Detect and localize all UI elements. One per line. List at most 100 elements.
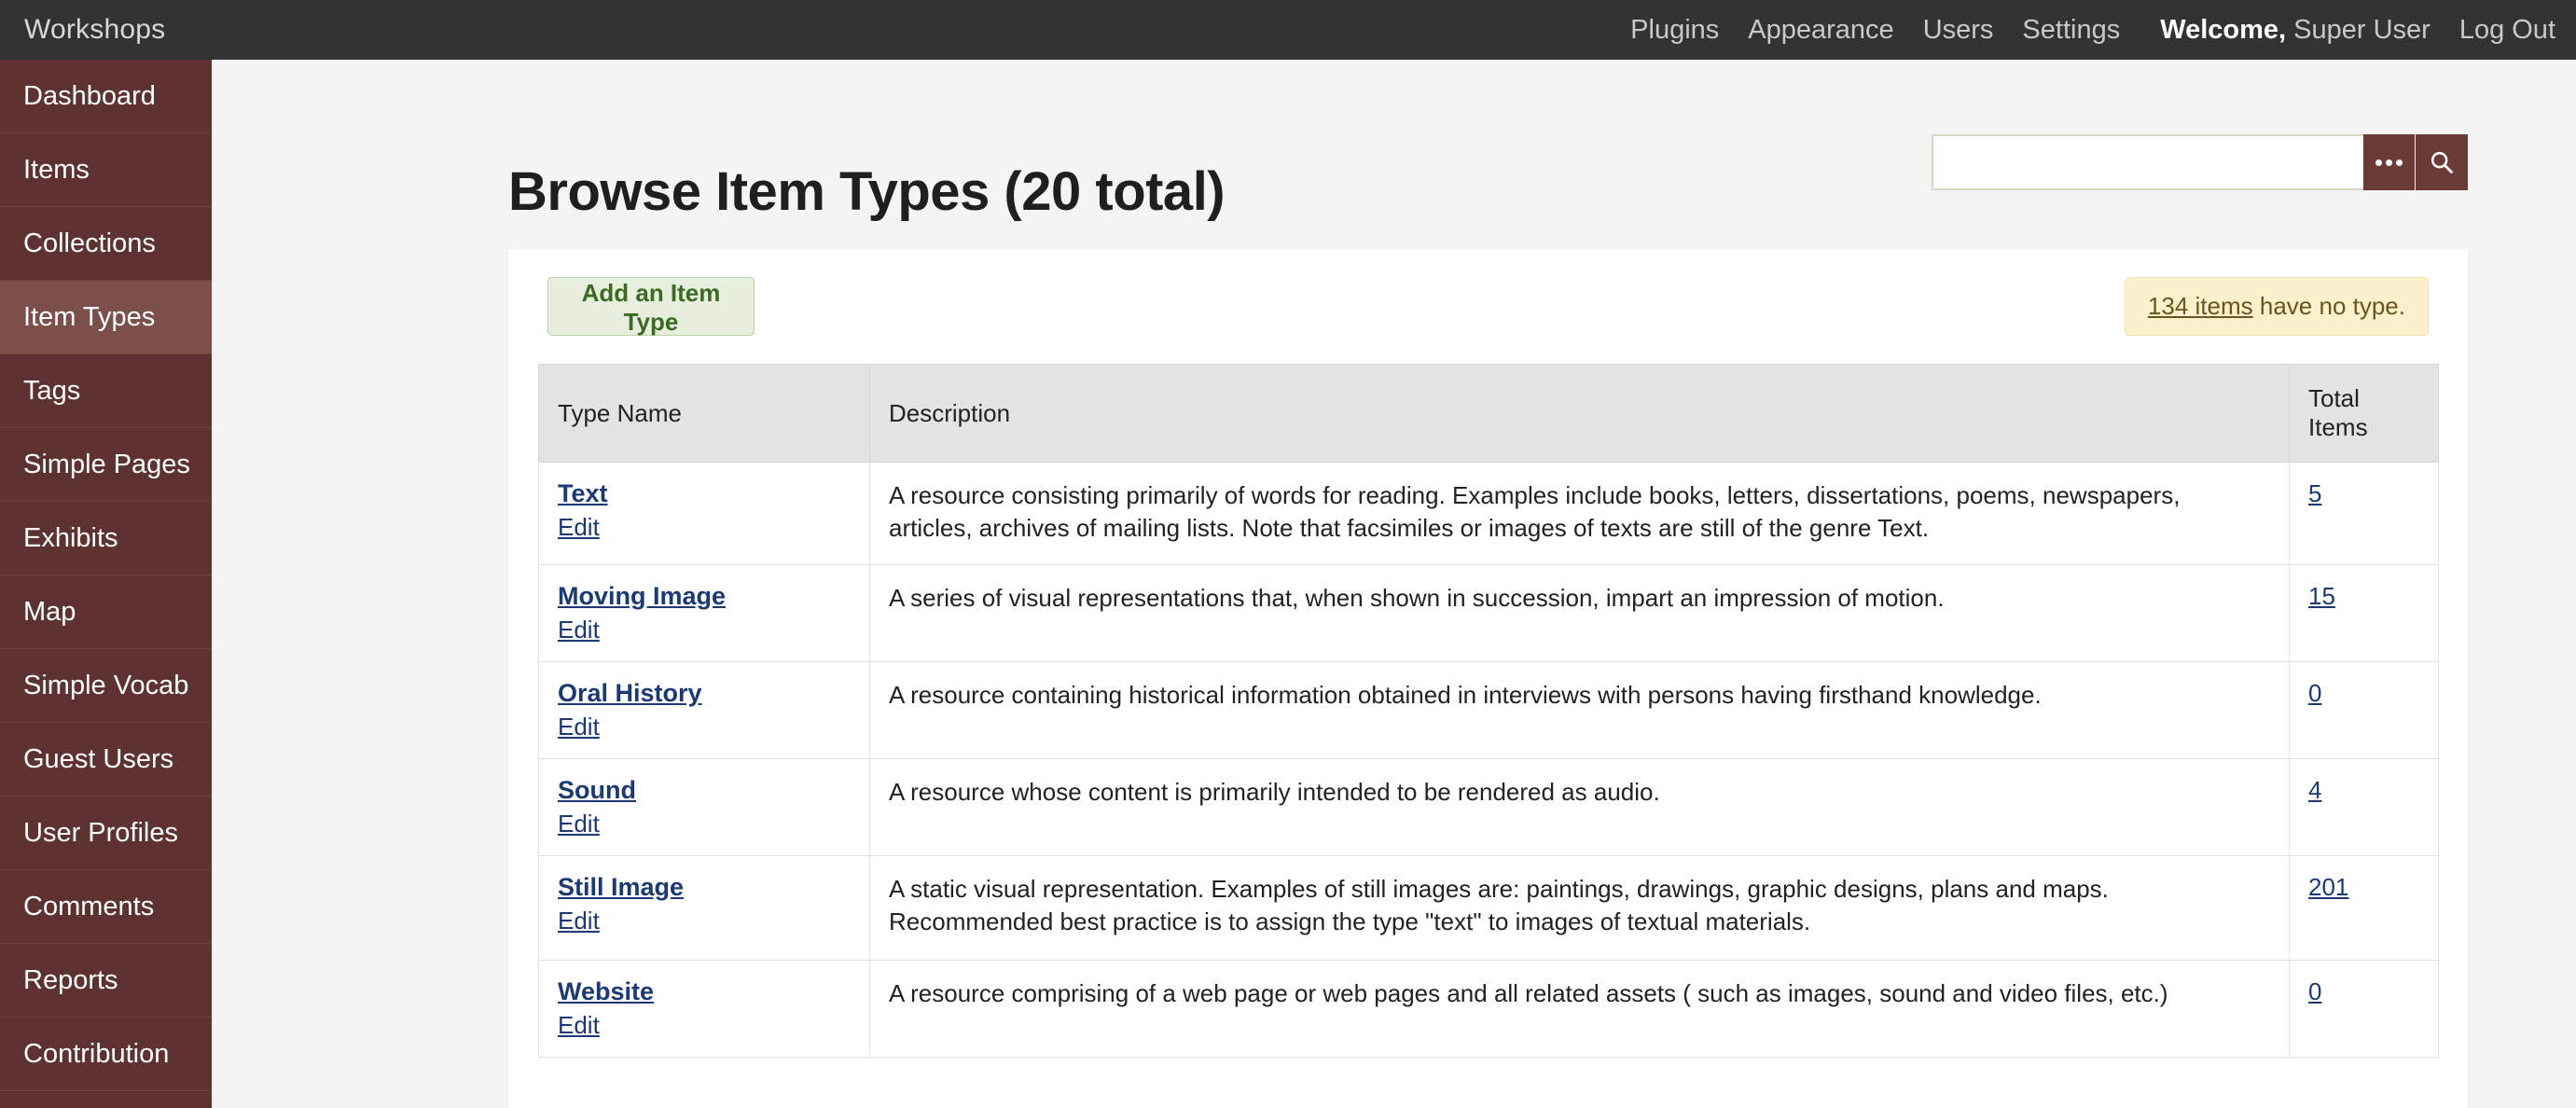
search-icon xyxy=(2431,151,2453,173)
table-row: Moving Image Edit A series of visual repre… xyxy=(538,564,2439,662)
table-body: Text Edit A resource consisting primarily … xyxy=(538,462,2439,1058)
description-text: A series of visual representations that,… xyxy=(889,584,1945,612)
cell-total-items: 15 xyxy=(2289,564,2439,662)
description-text: A resource containing historical informa… xyxy=(889,681,2042,709)
no-type-notice: 134 items have no type. xyxy=(2124,277,2429,336)
cell-total-items: 0 xyxy=(2289,960,2439,1058)
page-header: Browse Item Types (20 total) xyxy=(508,111,2468,222)
sidebar-item-label: Tags xyxy=(23,375,81,406)
nav-link-plugins[interactable]: Plugins xyxy=(1630,15,1719,46)
table-row: Still Image Edit A static visual represent… xyxy=(538,855,2439,961)
table-head: Type Name Description Total Items xyxy=(538,364,2439,463)
edit-link[interactable]: Edit xyxy=(558,907,851,935)
panel-toolbar: Add an Item Type 134 items have no type. xyxy=(508,249,2468,364)
column-header-type-name[interactable]: Type Name xyxy=(538,364,870,463)
no-type-notice-text: have no type. xyxy=(2252,292,2405,320)
ellipsis-icon xyxy=(2375,159,2403,166)
main-content: Browse Item Types (20 total) Add an Item… xyxy=(212,60,2576,1108)
column-header-total-items[interactable]: Total Items xyxy=(2289,364,2439,463)
table-row: Sound Edit A resource whose content is pri… xyxy=(538,758,2439,856)
cell-total-items: 0 xyxy=(2289,661,2439,759)
total-items-link[interactable]: 0 xyxy=(2308,679,2321,707)
total-items-link[interactable]: 15 xyxy=(2308,582,2335,610)
table-row: Website Edit A resource comprising of a we… xyxy=(538,960,2439,1058)
item-type-link[interactable]: Oral History xyxy=(558,679,851,708)
nav-link-settings[interactable]: Settings xyxy=(2022,15,2120,46)
search-input[interactable] xyxy=(1932,134,2363,190)
nav-link-users[interactable]: Users xyxy=(1923,15,1994,46)
cell-type-name: Sound Edit xyxy=(538,758,870,856)
edit-link[interactable]: Edit xyxy=(558,810,851,838)
edit-link[interactable]: Edit xyxy=(558,713,851,741)
item-type-link[interactable]: Text xyxy=(558,479,851,508)
sidebar-item-label: Map xyxy=(23,596,76,627)
sidebar-item-user-profiles[interactable]: User Profiles xyxy=(0,796,212,870)
sidebar-item-label: Reports xyxy=(23,964,118,995)
edit-link[interactable]: Edit xyxy=(558,513,851,542)
cell-description: A static visual representation. Examples… xyxy=(869,855,2290,961)
description-text: A resource whose content is primarily in… xyxy=(889,778,1660,806)
sidebar-item-label: Dashboard xyxy=(23,80,156,111)
sidebar-item-exhibits[interactable]: Exhibits xyxy=(0,502,212,575)
cell-type-name: Website Edit xyxy=(538,960,870,1058)
edit-link[interactable]: Edit xyxy=(558,616,851,644)
sidebar-item-comments[interactable]: Comments xyxy=(0,870,212,944)
nav-link-appearance[interactable]: Appearance xyxy=(1748,15,1893,46)
cell-description: A resource consisting primarily of words… xyxy=(869,462,2290,565)
item-type-link[interactable]: Website xyxy=(558,977,851,1006)
sidebar-item-label: Guest Users xyxy=(23,743,174,774)
sidebar-item-tags[interactable]: Tags xyxy=(0,354,212,428)
sidebar-item-guest-users[interactable]: Guest Users xyxy=(0,723,212,796)
cell-description: A resource whose content is primarily in… xyxy=(869,758,2290,856)
edit-link[interactable]: Edit xyxy=(558,1011,851,1040)
total-items-link[interactable]: 5 xyxy=(2308,479,2321,507)
table-row: Text Edit A resource consisting primarily … xyxy=(538,462,2439,565)
sidebar: Dashboard Items Collections Item Types Tags S… xyxy=(0,60,212,1108)
sidebar-item-label: Comments xyxy=(23,891,155,921)
column-header-description[interactable]: Description xyxy=(869,364,2290,463)
cell-total-items: 201 xyxy=(2289,855,2439,961)
sidebar-item-dashboard[interactable]: Dashboard xyxy=(0,60,212,133)
sidebar-item-label: Contribution xyxy=(23,1038,170,1069)
sidebar-item-items[interactable]: Items xyxy=(0,133,212,207)
description-text: A resource comprising of a web page or w… xyxy=(889,979,2168,1007)
item-type-link[interactable]: Sound xyxy=(558,776,851,805)
sidebar-item-collections[interactable]: Collections xyxy=(0,207,212,281)
sidebar-item-simple-vocab[interactable]: Simple Vocab xyxy=(0,649,212,723)
search-submit-button[interactable] xyxy=(2416,134,2468,190)
page-title: Browse Item Types (20 total) xyxy=(508,160,1226,222)
sidebar-item-map[interactable]: Map xyxy=(0,575,212,649)
sidebar-item-label: Simple Pages xyxy=(23,449,190,479)
advanced-search-button[interactable] xyxy=(2363,134,2416,190)
sidebar-item-simple-pages[interactable]: Simple Pages xyxy=(0,428,212,502)
sidebar-item-reports[interactable]: Reports xyxy=(0,944,212,1018)
cell-type-name: Moving Image Edit xyxy=(538,564,870,662)
description-text: A static visual representation. Examples… xyxy=(889,875,2109,935)
welcome-label: Welcome, xyxy=(2160,14,2287,45)
top-navigation: Plugins Appearance Users Settings Welcom… xyxy=(1630,15,2576,46)
sidebar-item-label: Exhibits xyxy=(23,522,118,553)
search-form xyxy=(1932,134,2468,190)
content-panel: Add an Item Type 134 items have no type.… xyxy=(508,249,2468,1108)
sidebar-item-label: User Profiles xyxy=(23,817,178,848)
sidebar-item-contribution[interactable]: Contribution xyxy=(0,1018,212,1091)
total-items-link[interactable]: 4 xyxy=(2308,776,2321,804)
total-items-link[interactable]: 201 xyxy=(2308,873,2348,901)
total-items-link[interactable]: 0 xyxy=(2308,977,2321,1005)
item-types-table: Type Name Description Total Items Text Ed… xyxy=(538,364,2439,1058)
no-type-items-link[interactable]: 134 items xyxy=(2148,292,2253,320)
table-row: Oral History Edit A resource containing hi… xyxy=(538,661,2439,759)
welcome-username: Super User xyxy=(2286,14,2431,45)
top-bar: Workshops Plugins Appearance Users Setti… xyxy=(0,0,2576,60)
logout-link[interactable]: Log Out xyxy=(2459,15,2555,46)
item-type-link[interactable]: Still Image xyxy=(558,873,851,902)
cell-type-name: Still Image Edit xyxy=(538,855,870,961)
sidebar-item-label: Collections xyxy=(23,228,156,258)
item-type-link[interactable]: Moving Image xyxy=(558,582,851,611)
sidebar-item-item-types[interactable]: Item Types xyxy=(0,281,212,354)
sidebar-item-label: Simple Vocab xyxy=(23,670,189,700)
cell-type-name: Oral History Edit xyxy=(538,661,870,759)
add-item-type-button[interactable]: Add an Item Type xyxy=(547,277,755,336)
cell-description: A series of visual representations that,… xyxy=(869,564,2290,662)
site-title[interactable]: Workshops xyxy=(0,14,165,46)
